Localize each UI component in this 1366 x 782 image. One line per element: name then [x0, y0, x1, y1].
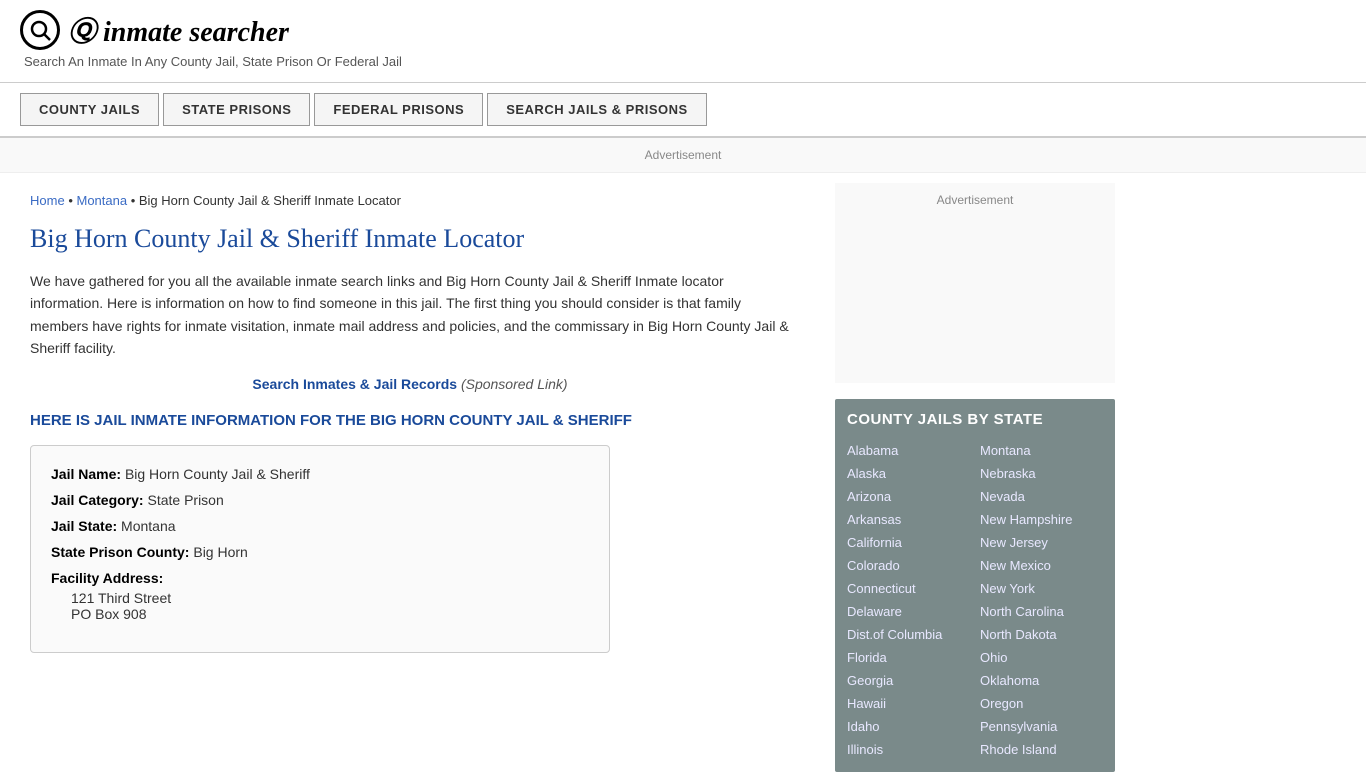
- state-link[interactable]: Montana: [980, 440, 1103, 461]
- state-link[interactable]: Arizona: [847, 486, 970, 507]
- nav-federal-prisons[interactable]: FEDERAL PRISONS: [314, 93, 483, 126]
- state-link[interactable]: Oregon: [980, 693, 1103, 714]
- state-box-title: COUNTY JAILS BY STATE: [847, 411, 1103, 428]
- jail-state-row: Jail State: Montana: [51, 518, 589, 534]
- site-tagline: Search An Inmate In Any County Jail, Sta…: [24, 54, 1346, 69]
- search-link-area: Search Inmates & Jail Records (Sponsored…: [30, 376, 790, 392]
- state-link[interactable]: Dist.of Columbia: [847, 624, 970, 645]
- state-link[interactable]: Connecticut: [847, 578, 970, 599]
- main-layout: Home • Montana • Big Horn County Jail & …: [0, 173, 1366, 782]
- state-link[interactable]: Hawaii: [847, 693, 970, 714]
- state-link[interactable]: Florida: [847, 647, 970, 668]
- breadcrumb-state[interactable]: Montana: [76, 193, 127, 208]
- breadcrumb: Home • Montana • Big Horn County Jail & …: [30, 193, 790, 208]
- state-link[interactable]: Pennsylvania: [980, 716, 1103, 737]
- jail-address-label: Facility Address:: [51, 570, 163, 586]
- state-link[interactable]: Ohio: [980, 647, 1103, 668]
- jail-name-value: Big Horn County Jail & Sheriff: [125, 466, 310, 482]
- nav-county-jails[interactable]: COUNTY JAILS: [20, 93, 159, 126]
- state-link[interactable]: Idaho: [847, 716, 970, 737]
- jail-address-line1: 121 Third Street: [71, 590, 589, 606]
- sidebar: Advertisement COUNTY JAILS BY STATE Alab…: [820, 173, 1130, 782]
- nav-state-prisons[interactable]: STATE PRISONS: [163, 93, 310, 126]
- header: Ⓠ inmate searcher Search An Inmate In An…: [0, 0, 1366, 83]
- jail-county-row: State Prison County: Big Horn: [51, 544, 589, 560]
- logo-icon: [20, 10, 60, 50]
- sponsored-label: (Sponsored Link): [461, 376, 568, 392]
- sidebar-ad: Advertisement: [835, 183, 1115, 383]
- state-link[interactable]: North Carolina: [980, 601, 1103, 622]
- state-link[interactable]: Alaska: [847, 463, 970, 484]
- state-link[interactable]: New Hampshire: [980, 509, 1103, 530]
- jail-county-label: State Prison County:: [51, 544, 189, 560]
- description: We have gathered for you all the availab…: [30, 270, 790, 360]
- state-link[interactable]: Georgia: [847, 670, 970, 691]
- main-content: Home • Montana • Big Horn County Jail & …: [0, 173, 820, 782]
- jail-address-row: Facility Address: 121 Third Street PO Bo…: [51, 570, 589, 622]
- search-inmates-link[interactable]: Search Inmates & Jail Records: [252, 376, 457, 392]
- jail-address-line2: PO Box 908: [71, 606, 589, 622]
- state-link[interactable]: Nebraska: [980, 463, 1103, 484]
- jail-category-label: Jail Category:: [51, 492, 144, 508]
- jail-county-value: Big Horn: [193, 544, 247, 560]
- logo-area: Ⓠ inmate searcher: [20, 10, 1346, 50]
- state-link[interactable]: Colorado: [847, 555, 970, 576]
- state-link[interactable]: California: [847, 532, 970, 553]
- navigation: COUNTY JAILS STATE PRISONS FEDERAL PRISO…: [0, 83, 1366, 138]
- nav-search-jails[interactable]: SEARCH JAILS & PRISONS: [487, 93, 706, 126]
- info-section-header: HERE IS JAIL INMATE INFORMATION FOR THE …: [30, 412, 790, 429]
- state-link[interactable]: Delaware: [847, 601, 970, 622]
- county-jails-by-state-box: COUNTY JAILS BY STATE Alabama Montana Alas…: [835, 399, 1115, 772]
- state-link[interactable]: New Mexico: [980, 555, 1103, 576]
- state-link[interactable]: Illinois: [847, 739, 970, 760]
- state-link[interactable]: Nevada: [980, 486, 1103, 507]
- state-link[interactable]: Arkansas: [847, 509, 970, 530]
- state-link[interactable]: Rhode Island: [980, 739, 1103, 760]
- site-logo-text[interactable]: Ⓠ inmate searcher: [68, 10, 289, 50]
- jail-info-box: Jail Name: Big Horn County Jail & Sherif…: [30, 445, 610, 653]
- state-link[interactable]: New Jersey: [980, 532, 1103, 553]
- jail-state-label: Jail State:: [51, 518, 117, 534]
- page-title: Big Horn County Jail & Sheriff Inmate Lo…: [30, 224, 790, 254]
- state-link[interactable]: New York: [980, 578, 1103, 599]
- state-link[interactable]: North Dakota: [980, 624, 1103, 645]
- breadcrumb-current: Big Horn County Jail & Sheriff Inmate Lo…: [139, 193, 401, 208]
- state-link[interactable]: Alabama: [847, 440, 970, 461]
- state-link[interactable]: Oklahoma: [980, 670, 1103, 691]
- ad-banner: Advertisement: [0, 138, 1366, 173]
- jail-category-value: State Prison: [147, 492, 223, 508]
- jail-category-row: Jail Category: State Prison: [51, 492, 589, 508]
- state-grid: Alabama Montana Alaska Nebraska Arizona Nevad…: [847, 440, 1103, 760]
- jail-name-row: Jail Name: Big Horn County Jail & Sherif…: [51, 466, 589, 482]
- jail-name-label: Jail Name:: [51, 466, 121, 482]
- jail-state-value: Montana: [121, 518, 175, 534]
- breadcrumb-home[interactable]: Home: [30, 193, 65, 208]
